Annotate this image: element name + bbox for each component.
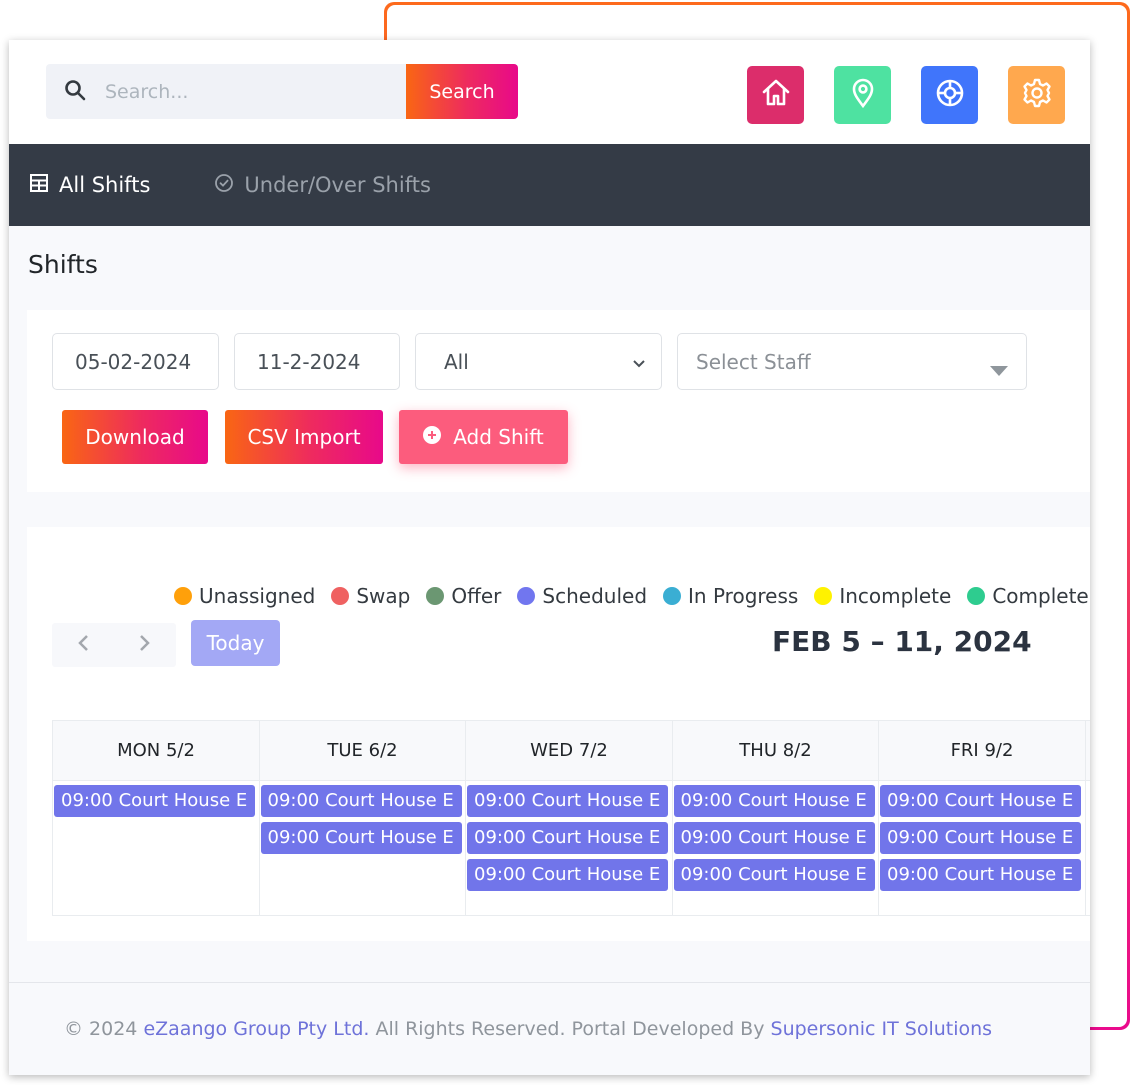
legend-label: In Progress <box>688 584 799 608</box>
day-header: TUE 6/2 <box>259 721 466 781</box>
day-header: MON 5/2 <box>53 721 259 781</box>
tab-label: Under/Over Shifts <box>244 173 431 197</box>
legend-dot <box>174 587 192 605</box>
day-header: WED 7/2 <box>466 721 672 781</box>
search-box <box>46 64 406 119</box>
check-circle-icon <box>214 173 244 198</box>
footer-middle-text: All Rights Reserved. Portal Developed By <box>375 1018 765 1040</box>
staff-select[interactable]: Select Staff <box>677 333 1027 390</box>
add-shift-button[interactable]: Add Shift <box>399 410 568 464</box>
day-column-overflow <box>1084 721 1090 915</box>
shift-event[interactable]: 09:00 Court House E <box>880 785 1081 817</box>
app-window: Search All Shifts <box>9 40 1090 1075</box>
legend-dot <box>517 587 536 605</box>
status-legend: Unassigned Swap Offer Scheduled In Progress I… <box>174 584 1090 608</box>
status-select[interactable]: All <box>415 333 662 390</box>
tab-all-shifts[interactable]: All Shifts <box>29 173 150 198</box>
day-header: THU 8/2 <box>672 721 879 781</box>
shift-event[interactable]: 09:00 Court House E <box>54 785 255 817</box>
today-button[interactable]: Today <box>191 620 280 666</box>
legend-label: Scheduled <box>542 584 648 608</box>
legend-label: Unassigned <box>199 584 316 608</box>
day-column: TUE 6/2 09:00 Court House E 09:00 Court Ho… <box>258 721 466 915</box>
add-shift-label: Add Shift <box>453 425 544 449</box>
legend-item: Offer <box>426 584 501 608</box>
legend-label: Swap <box>356 584 411 608</box>
shift-event[interactable]: 09:00 Court House E <box>673 822 875 854</box>
filters-card: 05-02-2024 11-2-2024 All Select Staff Do… <box>27 310 1090 492</box>
search-input[interactable] <box>105 80 385 103</box>
legend-label: Complete <box>992 584 1089 608</box>
shift-event[interactable]: 09:00 Court House E <box>673 785 875 817</box>
start-date-field[interactable]: 05-02-2024 <box>52 333 219 390</box>
day-header: FRI 9/2 <box>879 721 1085 781</box>
shift-event[interactable]: 09:00 Court House E <box>880 822 1081 854</box>
calendar-card: Unassigned Swap Offer Scheduled In Progress I… <box>27 527 1090 941</box>
developer-link[interactable]: Supersonic IT Solutions <box>771 1018 993 1040</box>
legend-item: In Progress <box>663 584 798 608</box>
search-bar: Search <box>46 64 518 119</box>
plus-circle-icon <box>423 425 453 449</box>
chevron-down-icon <box>631 352 647 376</box>
legend-item: Swap <box>331 584 410 608</box>
status-select-value: All <box>444 349 469 374</box>
legend-label: Incomplete <box>839 584 952 608</box>
staff-select-placeholder: Select Staff <box>696 349 811 374</box>
start-date-value: 05-02-2024 <box>75 349 192 374</box>
legend-dot <box>426 587 445 605</box>
day-column: FRI 9/2 09:00 Court House E 09:00 Court Ho… <box>878 721 1085 915</box>
day-column: MON 5/2 09:00 Court House E <box>52 721 259 915</box>
prev-week-button[interactable] <box>76 631 90 659</box>
next-week-button[interactable] <box>138 631 152 659</box>
shift-event[interactable]: 09:00 Court House E <box>673 859 875 891</box>
location-button[interactable] <box>834 66 891 124</box>
home-icon <box>760 77 792 113</box>
search-icon <box>63 78 87 106</box>
footer: © 2024 eZaango Group Pty Ltd. All Rights… <box>9 982 1090 1075</box>
date-range-title: FEB 5 – 11, 2024 <box>772 625 1032 658</box>
legend-dot <box>967 587 986 605</box>
copyright-text: © 2024 <box>64 1018 138 1040</box>
shift-event[interactable]: 09:00 Court House E <box>260 785 462 817</box>
caret-down-icon <box>990 357 1008 381</box>
day-column: WED 7/2 09:00 Court House E 09:00 Court Ho… <box>465 721 672 915</box>
shift-event[interactable]: 09:00 Court House E <box>260 822 462 854</box>
legend-item: Incomplete <box>814 584 951 608</box>
gear-icon <box>1021 77 1053 113</box>
day-header-overflow <box>1085 721 1090 781</box>
download-button[interactable]: Download <box>62 410 208 464</box>
table-icon <box>29 173 59 198</box>
week-calendar: MON 5/2 09:00 Court House E TUE 6/2 09:00 C… <box>52 720 1090 916</box>
shift-event[interactable]: 09:00 Court House E <box>467 859 668 891</box>
page-title: Shifts <box>28 250 98 279</box>
company-link[interactable]: eZaango Group Pty Ltd. <box>143 1018 369 1040</box>
day-column: THU 8/2 09:00 Court House E 09:00 Court Ho… <box>671 721 879 915</box>
end-date-field[interactable]: 11-2-2024 <box>234 333 400 390</box>
shift-event[interactable]: 09:00 Court House E <box>467 822 668 854</box>
legend-dot <box>814 587 833 605</box>
shift-event[interactable]: 09:00 Court House E <box>880 859 1081 891</box>
week-navigation <box>52 623 176 667</box>
support-button[interactable] <box>921 66 978 124</box>
shift-event[interactable]: 09:00 Court House E <box>467 785 668 817</box>
location-pin-icon <box>847 77 879 113</box>
csv-import-button[interactable]: CSV Import <box>225 410 383 464</box>
lifebuoy-icon <box>934 77 966 113</box>
settings-button[interactable] <box>1008 66 1065 124</box>
legend-item: Unassigned <box>174 584 315 608</box>
legend-item: Complete <box>967 584 1089 608</box>
home-button[interactable] <box>747 66 804 124</box>
legend-dot <box>663 587 682 605</box>
legend-label: Offer <box>451 584 502 608</box>
tab-label: All Shifts <box>59 173 151 197</box>
search-button[interactable]: Search <box>406 64 518 119</box>
legend-item: Scheduled <box>517 584 647 608</box>
tab-under-over-shifts[interactable]: Under/Over Shifts <box>214 173 431 198</box>
main-nav: All Shifts Under/Over Shifts <box>9 144 1090 226</box>
top-bar: Search <box>9 40 1090 144</box>
legend-dot <box>331 587 350 605</box>
end-date-value: 11-2-2024 <box>257 349 361 374</box>
